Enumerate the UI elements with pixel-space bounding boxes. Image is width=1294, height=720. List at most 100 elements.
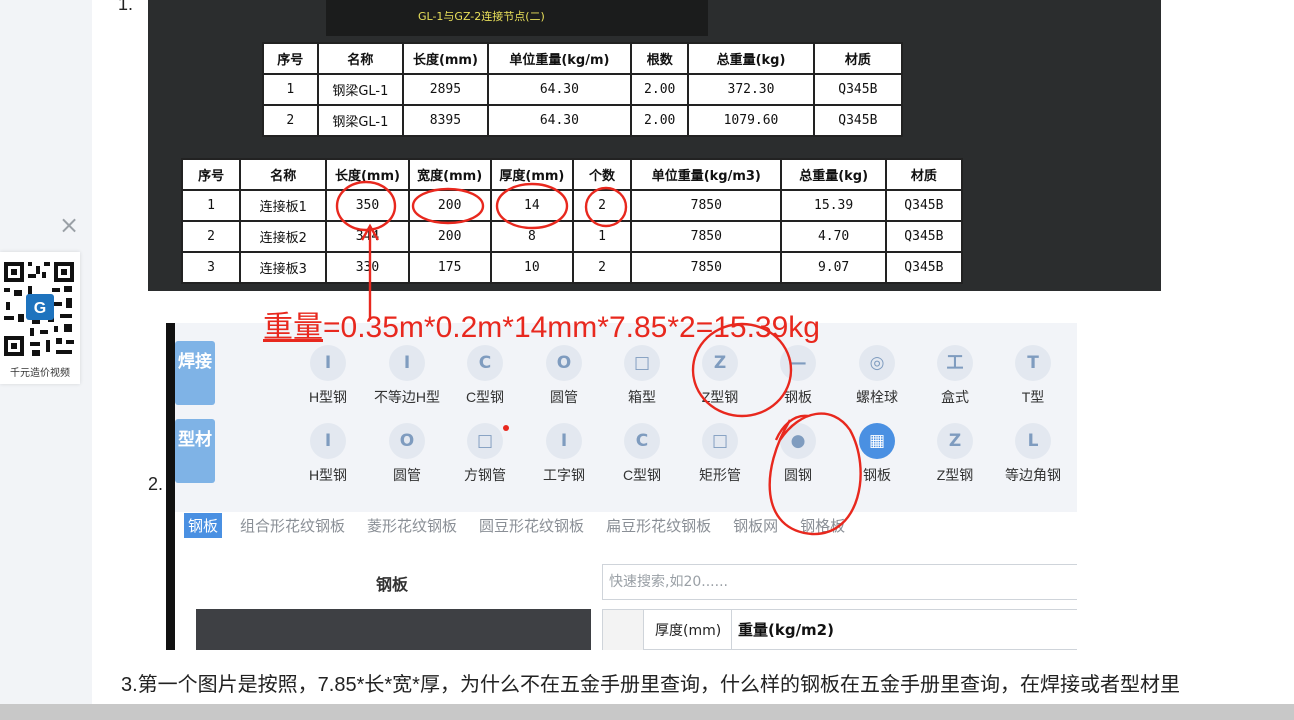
profile_items-item-1[interactable]: O 圆管	[367, 423, 447, 485]
bottom-scrollbar[interactable]	[0, 704, 1294, 720]
item-label: T型	[1021, 389, 1045, 405]
table-cell: 8	[489, 220, 574, 253]
tab-6[interactable]: 钢格板	[800, 515, 845, 536]
c-channel-icon: C	[467, 345, 503, 381]
tab-0[interactable]: 钢板	[184, 513, 223, 538]
weld_items-item-6[interactable]: — 钢板	[758, 345, 838, 407]
profile_items-item-4[interactable]: C C型钢	[602, 423, 682, 485]
round-bar-icon: ●	[780, 423, 816, 459]
weld_items-item-1[interactable]: I 不等边H型	[367, 345, 447, 407]
rect-pipe-icon: □	[702, 423, 738, 459]
item-label: 方钢管	[464, 467, 506, 483]
table-cell: 2	[180, 220, 242, 253]
weld_items-item-5[interactable]: Z Z型钢	[680, 345, 760, 407]
weld_items-item-2[interactable]: C C型钢	[445, 345, 525, 407]
weld_items-item-10[interactable]: 十十字	[1071, 345, 1077, 407]
profile_items-item-7[interactable]: ▦ 钢板	[837, 423, 917, 485]
table-cell: 1	[262, 73, 319, 106]
table-cell: Q345B	[884, 189, 964, 222]
item-label: Z型钢	[936, 467, 974, 483]
tab-1[interactable]: 组合形花纹钢板	[240, 515, 345, 536]
table-cell: 7850	[630, 251, 783, 284]
table-cell: 9.07	[780, 251, 887, 284]
item-label: 圆管	[550, 389, 578, 405]
plate-table: 序号 名称 长度(mm) 宽度(mm) 厚度(mm) 个数 单位重量(kg/m3…	[180, 158, 964, 284]
weld_items-item-4[interactable]: □ 箱型	[602, 345, 682, 407]
left-border	[166, 323, 175, 650]
tab-2[interactable]: 菱形花纹钢板	[367, 515, 457, 536]
column-header-thickness[interactable]: 厚度(mm)	[655, 620, 721, 640]
profile_items-item-8[interactable]: Z Z型钢	[915, 423, 995, 485]
table-cell: 14	[489, 189, 574, 222]
table-cell: Q345B	[884, 251, 964, 284]
search-input[interactable]: 快速搜索,如20......	[602, 564, 1077, 600]
profile-tag[interactable]: 型材	[175, 419, 215, 483]
item-label: 钢板	[784, 389, 812, 405]
table-header: 根数	[630, 42, 690, 75]
table-cell: 15.39	[780, 189, 887, 222]
profile_items-item-2[interactable]: □ 方钢管	[445, 423, 525, 485]
item-label: 十字	[1071, 387, 1077, 407]
table-header: 总重量(kg)	[687, 42, 815, 75]
list-marker-1: 1.	[118, 0, 134, 14]
weight-formula: 重量=0.35m*0.2m*14mm*7.85*2=15.39kg	[263, 302, 820, 346]
table-header: 名称	[316, 42, 405, 75]
profile_items-item-9[interactable]: L 等边角钢	[993, 423, 1073, 485]
item-label: H型钢	[308, 467, 348, 483]
z-section-icon: Z	[937, 423, 973, 459]
h-beam-icon: I	[310, 423, 346, 459]
table-header: 单位重量(kg/m)	[486, 42, 633, 75]
equal-angle-icon: L	[1015, 423, 1051, 459]
table-header: 序号	[180, 158, 242, 191]
profile_items-item-0[interactable]: I H型钢	[288, 423, 368, 485]
item-label: H型钢	[308, 389, 348, 405]
profile_items-item-6[interactable]: ● 圆钢	[758, 423, 838, 485]
table-row: 1 钢梁GL-1 2895 64.30 2.00 372.30 Q345B	[262, 73, 904, 106]
weld_items-item-7[interactable]: ◎ 螺栓球	[837, 345, 917, 407]
item-label: 工字钢	[543, 467, 585, 483]
question-paragraph: 3.第一个图片是按照，7.85*长*宽*厚，为什么不在五金手册里查询，什么样的钢…	[121, 674, 1180, 696]
qr-caption: 千元造价视频	[10, 368, 70, 379]
table-header: 厚度(mm)	[489, 158, 574, 191]
weld_items-item-3[interactable]: O 圆管	[524, 345, 604, 407]
square-pipe-icon: □	[467, 423, 503, 459]
weld_items-item-8[interactable]: 工盒式	[915, 345, 995, 407]
table-cell: 1079.60	[687, 104, 815, 137]
table-cell: 连接板3	[239, 251, 328, 284]
table-header: 长度(mm)	[402, 42, 489, 75]
column-header-weight[interactable]: 重量(kg/m2)	[731, 610, 834, 650]
profile_items-item-5[interactable]: □ 矩形管	[680, 423, 760, 485]
qr-code-icon: G	[2, 258, 78, 362]
table-cell: 2	[571, 251, 633, 284]
table-cell: 2	[262, 104, 319, 137]
list-marker-2: 2.	[148, 474, 164, 494]
table-cell: 175	[407, 251, 492, 284]
table-cell: 钢梁GL-1	[316, 104, 405, 137]
table-cell: 8395	[402, 104, 489, 137]
table-cell: 2.00	[630, 104, 690, 137]
profile_items-item-3[interactable]: I 工字钢	[524, 423, 604, 485]
table-cell: Q345B	[812, 73, 904, 106]
tab-5[interactable]: 钢板网	[733, 515, 778, 536]
table-header: 材质	[884, 158, 964, 191]
tab-4[interactable]: 扁豆形花纹钢板	[606, 515, 711, 536]
table-header: 材质	[812, 42, 904, 75]
table-cell: 钢梁GL-1	[316, 73, 405, 106]
svg-text:G: G	[34, 300, 46, 317]
close-icon[interactable]: ×	[56, 212, 82, 238]
weld_items-item-0[interactable]: I H型钢	[288, 345, 368, 407]
profile_items-item-10[interactable]: C槽钢	[1071, 423, 1077, 485]
table-cell: 64.30	[486, 104, 633, 137]
steel-plate-icon: —	[780, 345, 816, 381]
plate-subtype-tabs: 钢板 组合形花纹钢板 菱形花纹钢板 圆豆形花纹钢板 扁豆形花纹钢板 钢板网 钢格板	[184, 513, 867, 543]
software-screenshot: 焊接 型材 I H型钢 I 不等边H型 C C型钢 O 圆管 □ 箱型 Z Z型钢 — 钢板 ◎ 螺栓球 工盒式…	[166, 323, 1077, 650]
steel-plate-icon: ▦	[859, 423, 895, 459]
table-cell: 200	[407, 220, 492, 253]
weld_items-item-9[interactable]: T T型	[993, 345, 1073, 407]
table-cell: 64.30	[486, 73, 633, 106]
weld-tag[interactable]: 焊接	[175, 341, 215, 405]
item-label: 钢板	[863, 467, 891, 483]
table-header: 个数	[571, 158, 633, 191]
tab-3[interactable]: 圆豆形花纹钢板	[479, 515, 584, 536]
formula-body: =0.35m*0.2m*14mm*7.85*2=15.39kg	[323, 311, 820, 344]
